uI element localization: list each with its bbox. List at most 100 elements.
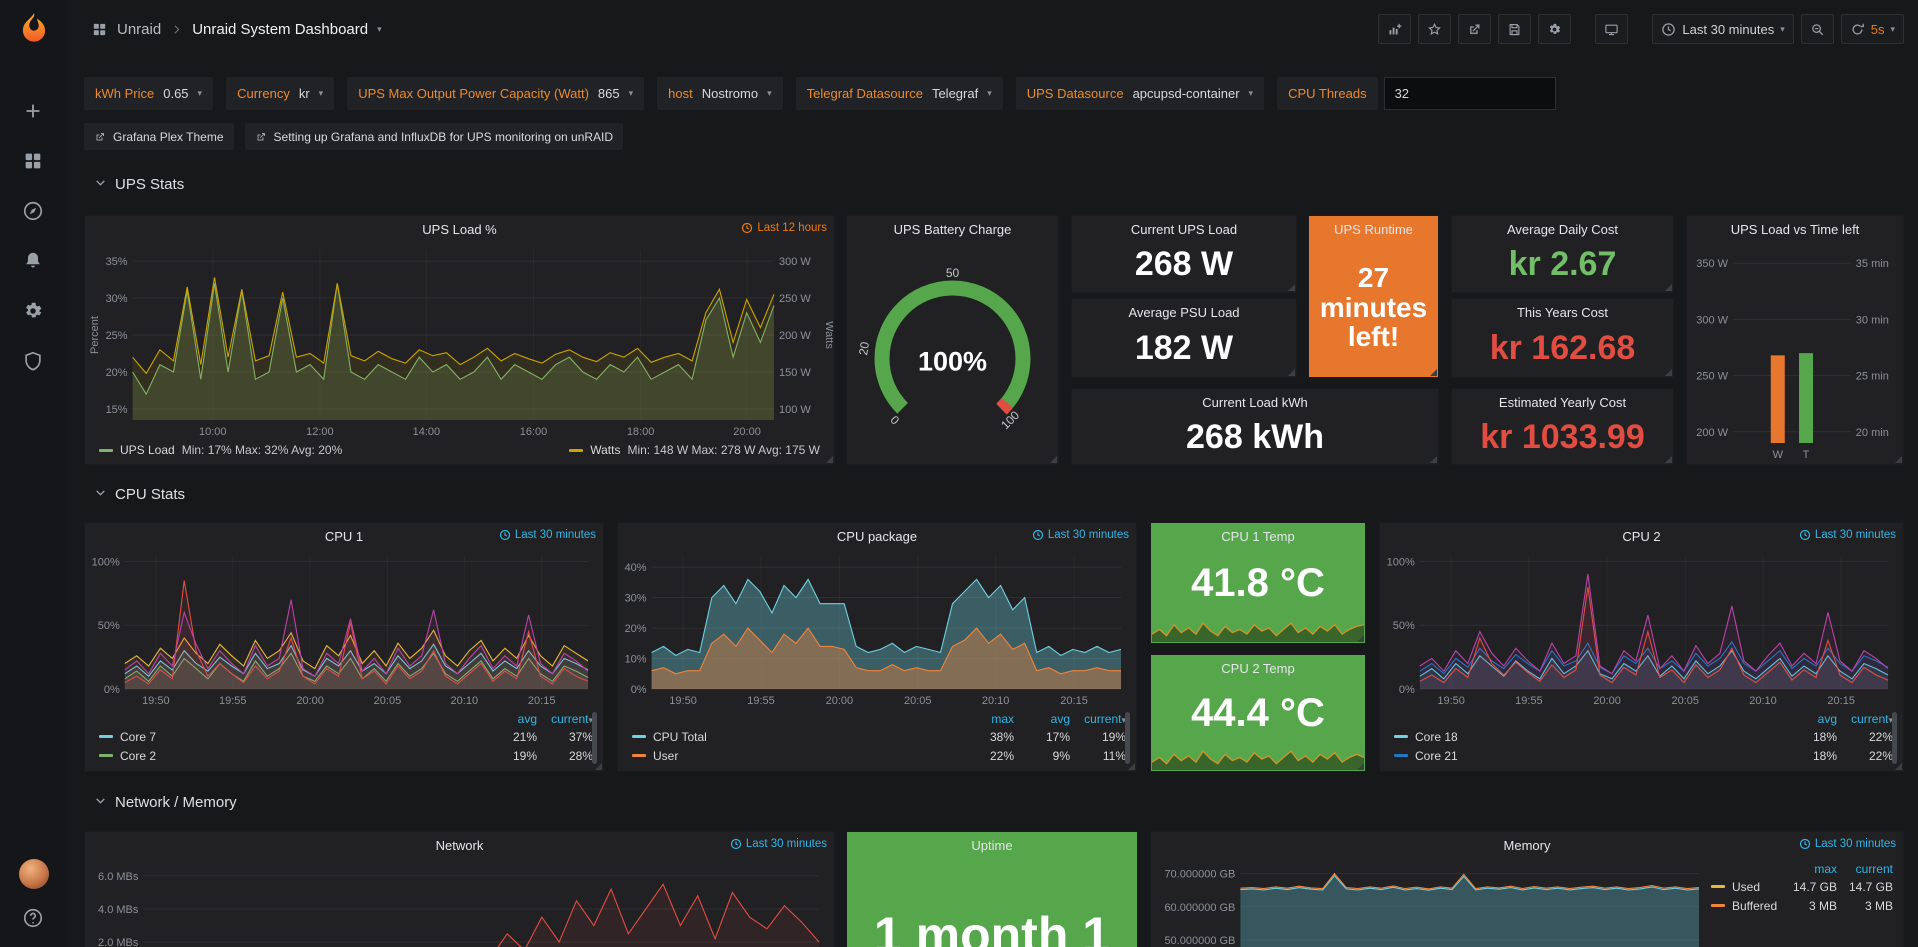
grafana-logo-icon[interactable] — [15, 10, 53, 48]
dashboard-grid-icon[interactable] — [91, 21, 108, 38]
panel-resize-handle[interactable] — [1665, 456, 1672, 463]
section-network-memory[interactable]: Network / Memory — [94, 794, 237, 811]
chevron-down-icon[interactable]: ▾ — [1890, 25, 1895, 34]
panel-title[interactable]: Uptime — [971, 838, 1012, 853]
legend-scrollbar[interactable] — [592, 712, 597, 764]
legend-series-name[interactable]: Watts — [590, 443, 620, 457]
panel-time-override[interactable]: Last 30 minutes — [730, 838, 827, 850]
save-button[interactable] — [1498, 14, 1531, 44]
cpu-threads-input[interactable] — [1384, 77, 1556, 110]
cpu-package-chart[interactable]: 19:5019:5520:0020:0520:1020:150%10%20%30… — [619, 549, 1135, 709]
section-cpu-stats[interactable]: CPU Stats — [94, 486, 185, 503]
sidebar-item-explore[interactable] — [22, 200, 46, 224]
user-avatar[interactable] — [19, 859, 49, 889]
dashboard-link-plex-theme[interactable]: Grafana Plex Theme — [84, 123, 234, 150]
panel-resize-handle[interactable] — [1288, 369, 1295, 376]
ups-vs-time-bar-chart[interactable]: 200 W250 W300 W350 W20 min25 min30 min35… — [1688, 242, 1902, 463]
cycle-view-mode-button[interactable] — [1595, 14, 1628, 44]
legend-sort-avg[interactable]: avg — [1781, 712, 1837, 726]
panel-time-override[interactable]: Last 30 minutes — [1799, 529, 1896, 541]
panel-title[interactable]: Average PSU Load — [1128, 305, 1239, 320]
zoom-out-button[interactable] — [1801, 14, 1834, 44]
sidebar-item-help[interactable] — [22, 907, 46, 931]
sidebar-item-create[interactable] — [22, 100, 46, 124]
legend-sort-avg[interactable]: avg — [481, 712, 537, 726]
panel-resize-handle[interactable] — [1665, 284, 1672, 291]
variable-telegraf-datasource[interactable]: Telegraf Datasource Telegraf ▾ — [796, 77, 1003, 110]
legend-series-name[interactable]: CPU Total — [653, 730, 958, 744]
dashboard-link-ups-guide[interactable]: Setting up Grafana and InfluxDB for UPS … — [245, 123, 624, 150]
panel-resize-handle[interactable] — [1665, 369, 1672, 376]
panel-title[interactable]: CPU 1 Temp — [1221, 529, 1294, 544]
panel-title[interactable]: UPS Battery Charge — [894, 222, 1012, 237]
network-chart[interactable]: 2.0 MBs4.0 MBs6.0 MBs — [86, 858, 833, 947]
legend-series-name[interactable]: Core 7 — [120, 730, 481, 744]
legend-series-name[interactable]: User — [653, 749, 958, 763]
panel-resize-handle[interactable] — [1357, 763, 1364, 770]
panel-title[interactable]: Current UPS Load — [1131, 222, 1237, 237]
cpu2-chart[interactable]: 19:5019:5520:0020:0520:1020:150%50%100% — [1381, 549, 1902, 709]
sidebar-item-server-admin[interactable] — [22, 350, 46, 374]
panel-resize-handle[interactable] — [1430, 456, 1437, 463]
section-ups-stats[interactable]: UPS Stats — [94, 176, 184, 193]
dashboard-title[interactable]: Unraid System Dashboard — [192, 21, 368, 38]
variable-host[interactable]: host Nostromo ▾ — [657, 77, 782, 110]
panel-title[interactable]: UPS Load % — [422, 222, 496, 237]
panel-title[interactable]: Memory — [1504, 838, 1551, 853]
panel-time-override[interactable]: Last 30 minutes — [1032, 529, 1129, 541]
panel-title[interactable]: UPS Load vs Time left — [1731, 222, 1860, 237]
panel-title[interactable]: This Years Cost — [1517, 305, 1608, 320]
panel-resize-handle[interactable] — [1895, 456, 1902, 463]
panel-title[interactable]: UPS Runtime — [1334, 222, 1413, 237]
panel-title[interactable]: CPU package — [837, 529, 917, 544]
panel-title[interactable]: CPU 2 Temp — [1221, 661, 1294, 676]
variable-ups-max-output[interactable]: UPS Max Output Power Capacity (Watt) 865… — [347, 77, 644, 110]
panel-title[interactable]: Estimated Yearly Cost — [1499, 395, 1626, 410]
dashboard-settings-button[interactable] — [1538, 14, 1571, 44]
ups-load-chart[interactable]: 10:0012:0014:0016:0018:0020:0015%20%25%3… — [86, 242, 833, 440]
panel-resize-handle[interactable] — [1288, 284, 1295, 291]
legend-sort-current[interactable]: current▾ — [1070, 712, 1126, 726]
panel-time-override[interactable]: Last 30 minutes — [1799, 838, 1896, 850]
legend-sort-current[interactable]: current▾ — [1837, 712, 1893, 726]
panel-title[interactable]: CPU 1 — [325, 529, 363, 544]
panel-resize-handle[interactable] — [1357, 635, 1364, 642]
variable-kwh-price[interactable]: kWh Price 0.65 ▾ — [84, 77, 213, 110]
panel-time-override[interactable]: Last 12 hours — [741, 222, 827, 234]
cpu1-chart[interactable]: 19:5019:5520:0020:0520:1020:150%50%100% — [86, 549, 602, 709]
panel-resize-handle[interactable] — [1128, 763, 1135, 770]
legend-series-name[interactable]: Core 2 — [120, 749, 481, 763]
legend-series-name[interactable]: Core 21 — [1415, 749, 1781, 763]
legend-sort-max[interactable]: max — [1781, 862, 1837, 876]
panel-resize-handle[interactable] — [595, 763, 602, 770]
sidebar-item-alerting[interactable] — [22, 250, 46, 274]
legend-scrollbar[interactable] — [1892, 712, 1897, 764]
add-panel-button[interactable] — [1378, 14, 1411, 44]
memory-chart[interactable]: 50.000000 GB60.000000 GB70.000000 GB — [1152, 858, 1713, 947]
legend-scrollbar[interactable] — [1125, 712, 1130, 764]
refresh-button[interactable]: 5s ▾ — [1841, 14, 1904, 44]
panel-time-override[interactable]: Last 30 minutes — [499, 529, 596, 541]
legend-series-name[interactable]: UPS Load — [120, 443, 175, 457]
sidebar-item-configuration[interactable] — [22, 300, 46, 324]
legend-series-name[interactable]: Buffered — [1732, 899, 1781, 913]
battery-gauge-chart[interactable]: 02050100100% — [848, 242, 1057, 463]
breadcrumb-folder[interactable]: Unraid — [117, 21, 161, 38]
chevron-down-icon[interactable]: ▾ — [377, 25, 382, 34]
variable-currency[interactable]: Currency kr ▾ — [226, 77, 334, 110]
legend-sort-max[interactable]: max — [958, 712, 1014, 726]
legend-sort-current[interactable]: current▾ — [537, 712, 593, 726]
sidebar-item-dashboards[interactable] — [22, 150, 46, 174]
legend-series-name[interactable]: Used — [1732, 880, 1781, 894]
share-button[interactable] — [1458, 14, 1491, 44]
panel-title[interactable]: CPU 2 — [1622, 529, 1660, 544]
panel-resize-handle[interactable] — [1895, 763, 1902, 770]
legend-sort-current[interactable]: current — [1837, 862, 1893, 876]
panel-resize-handle[interactable] — [826, 456, 833, 463]
legend-sort-avg[interactable]: avg — [1014, 712, 1070, 726]
variable-ups-datasource[interactable]: UPS Datasource apcupsd-container ▾ — [1016, 77, 1264, 110]
panel-resize-handle[interactable] — [1050, 456, 1057, 463]
legend-series-name[interactable]: Core 18 — [1415, 730, 1781, 744]
star-button[interactable] — [1418, 14, 1451, 44]
panel-title[interactable]: Average Daily Cost — [1507, 222, 1618, 237]
